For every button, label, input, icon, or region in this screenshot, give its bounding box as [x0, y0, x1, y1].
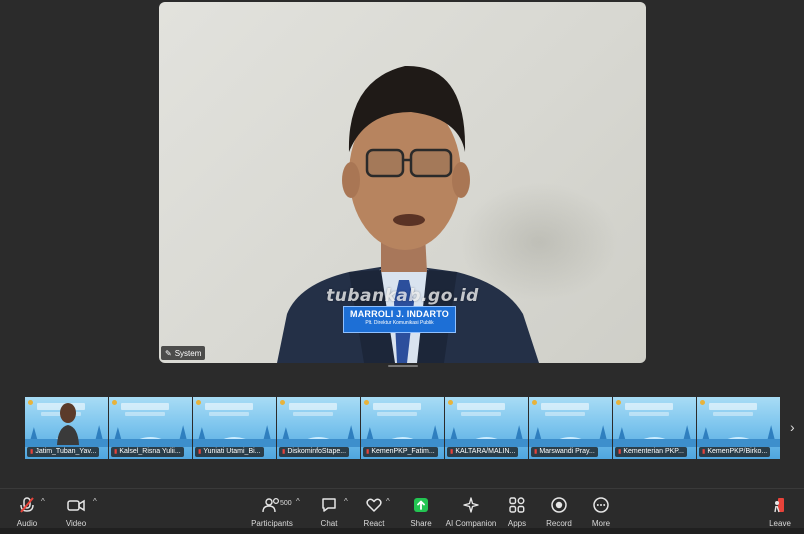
mic-off-icon: ▮ [30, 449, 34, 455]
mic-off-icon: ▮ [534, 449, 538, 455]
leave-icon [748, 495, 804, 515]
chevron-right-icon[interactable]: › [790, 419, 795, 435]
watermark: tubankab.go.id [326, 286, 479, 306]
logo-icon [364, 400, 369, 405]
participant-name-tag: ✎ System [161, 346, 206, 360]
participant-thumbnail[interactable]: ▮ Marswandi Pray... [529, 397, 613, 459]
ground [445, 439, 528, 447]
banner-subtext [125, 412, 165, 416]
active-speaker-video[interactable]: tubankab.go.id MARROLI J. INDARTO Plt. D… [159, 2, 646, 363]
thumbnail-label: ▮ DiskominfoStape... [279, 447, 350, 457]
participant-thumbnail[interactable]: ▮ Kementerian PKP... [613, 397, 697, 459]
ground [361, 439, 444, 447]
ground [529, 439, 612, 447]
banner-subtext [377, 412, 417, 416]
banner-text [289, 403, 337, 410]
thumbnail-label: ▮ Kalsel_Risna Yulii... [111, 447, 184, 457]
banner-subtext [461, 412, 501, 416]
banner-text [373, 403, 421, 410]
banner-subtext [629, 412, 669, 416]
banner-text [205, 403, 253, 410]
ground [109, 439, 192, 447]
mic-off-icon: ▮ [618, 449, 622, 455]
banner-subtext [293, 412, 333, 416]
participant-thumbnail[interactable]: ▮ DiskominfoStape... [277, 397, 361, 459]
thumbnail-label: ▮ KALTARA/MALIN... [447, 447, 519, 457]
leave-button[interactable]: Leave [748, 495, 804, 528]
pin-icon: ✎ [165, 348, 172, 358]
participant-thumbnail[interactable]: ▮ KALTARA/MALIN... [445, 397, 529, 459]
ground [277, 439, 360, 447]
more-icon [569, 495, 633, 515]
nameplate-name: MARROLI J. INDARTO [350, 309, 449, 319]
more-label: More [591, 519, 611, 528]
thumbnail-label: ▮ Yuniati Utami_Bi... [195, 447, 264, 457]
banner-text [457, 403, 505, 410]
thumbnail-label: ▮ Marswandi Pray... [531, 447, 598, 457]
mic-off-icon: ▮ [366, 449, 370, 455]
ground [697, 439, 780, 447]
participant-thumbnail[interactable]: ▮ Jatim_Tuban_Yav... [25, 397, 109, 459]
mic-off-icon: ▮ [282, 449, 286, 455]
logo-icon [700, 400, 705, 405]
banner-subtext [713, 412, 753, 416]
participant-name: System [174, 348, 202, 358]
banner-text [625, 403, 673, 410]
webcam-person [57, 403, 79, 445]
taskbar-edge [0, 528, 804, 534]
video-options-caret-icon[interactable]: ^ [93, 497, 97, 506]
thumbnail-label: ▮ Kementerian PKP... [615, 447, 687, 457]
participants-button[interactable]: Participants [240, 495, 304, 528]
mic-off-icon: ▮ [198, 449, 202, 455]
banner-subtext [545, 412, 585, 416]
video-label: Video [65, 519, 87, 528]
nameplate-title: Plt. Direktur Komunikasi Publik [365, 320, 434, 326]
participants-label: Participants [251, 519, 293, 528]
video-button[interactable]: Video [44, 495, 108, 528]
people-icon [240, 495, 304, 515]
logo-icon [280, 400, 285, 405]
logo-icon [112, 400, 117, 405]
participant-thumbnail[interactable]: ▮ KemenPKP/Birko... [697, 397, 781, 459]
banner-text [709, 403, 757, 410]
thumbnail-label: ▮ KemenPKP_Fatim... [363, 447, 438, 457]
logo-icon [532, 400, 537, 405]
mic-off-icon: ▮ [702, 449, 706, 455]
thumbnail-label: ▮ KemenPKP/Birko... [699, 447, 771, 457]
participant-thumbnail[interactable]: ▮ Yuniati Utami_Bi... [193, 397, 277, 459]
speaker-nameplate: MARROLI J. INDARTO Plt. Direktur Komunik… [343, 306, 456, 333]
logo-icon [448, 400, 453, 405]
participants-count: 500 [280, 500, 292, 507]
camera-icon [44, 495, 108, 515]
gallery-strip: ▮ Jatim_Tuban_Yav... ▮ Kalsel_Risna Yulii.… [25, 397, 781, 459]
mic-off-icon: ▮ [450, 449, 454, 455]
resize-handle[interactable] [388, 365, 418, 367]
banner-text [121, 403, 169, 410]
participant-thumbnail[interactable]: ▮ KemenPKP_Fatim... [361, 397, 445, 459]
logo-icon [616, 400, 621, 405]
ground [613, 439, 696, 447]
participant-thumbnail[interactable]: ▮ Kalsel_Risna Yulii... [109, 397, 193, 459]
thumbnail-label: ▮ Jatim_Tuban_Yav... [27, 447, 100, 457]
banner-text [541, 403, 589, 410]
logo-icon [196, 400, 201, 405]
leave-label: Leave [769, 519, 791, 528]
mic-off-icon: ▮ [114, 449, 118, 455]
more-button[interactable]: More [569, 495, 633, 528]
logo-icon [28, 400, 33, 405]
ground [193, 439, 276, 447]
banner-subtext [209, 412, 249, 416]
